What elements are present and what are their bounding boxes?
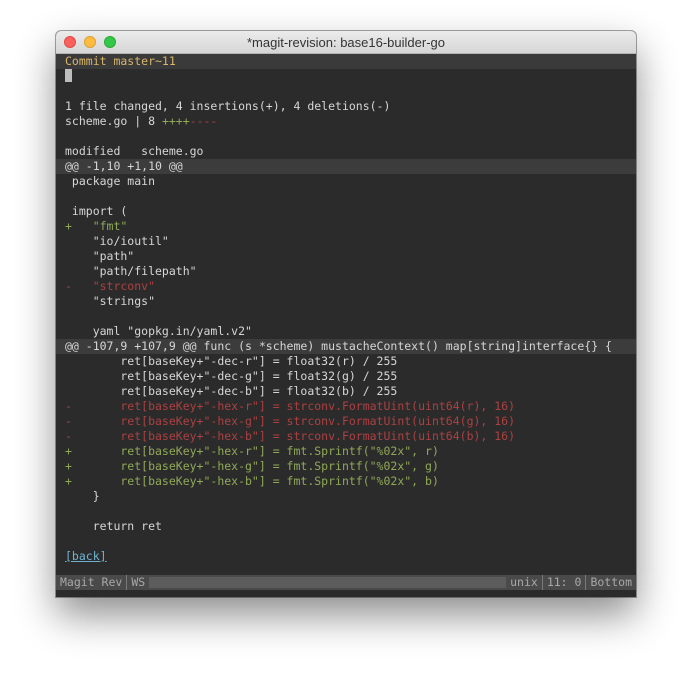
diff-context-line: ret[baseKey+"-dec-g"] = float32(g) / 255 [65,369,398,383]
emacs-window: *magit-revision: base16-builder-go Commi… [56,31,636,597]
diff-added-line: + ret[baseKey+"-hex-g"] = fmt.Sprintf("%… [65,459,439,473]
hunk-header[interactable]: @@ -107,9 +107,9 @@ func (s *scheme) mus… [56,339,636,354]
hunk-2-body: ret[baseKey+"-dec-r"] = float32(r) / 255… [56,354,636,534]
diff-context-line: "path/filepath" [65,264,197,278]
title-bar[interactable]: *magit-revision: base16-builder-go [56,31,636,54]
cursor-line [56,69,636,84]
diff-context-line: "io/ioutil" [65,234,169,248]
diff-context-line: import ( [65,204,128,218]
major-mode[interactable]: Magit Rev [56,575,126,590]
whitespace-indicator: WS [126,575,149,590]
diff-context-line: package main [65,174,156,188]
revision-buffer[interactable]: 1 file changed, 4 insertions(+), 4 delet… [56,69,636,574]
diffstat-file[interactable]: scheme.go | 8 ++++---- [56,114,636,129]
cursor-position: 11: 0 [541,575,586,590]
scroll-position: Bottom [585,575,636,590]
diff-context-line: ret[baseKey+"-dec-r"] = float32(r) / 255 [65,354,398,368]
diff-context-line: "path" [65,249,135,263]
diff-removed-line: - ret[baseKey+"-hex-r"] = strconv.Format… [65,399,516,413]
diffstat-deletions: ---- [189,114,218,128]
eol-indicator[interactable]: unix [506,575,542,590]
diffstat-insertions: ++++ [161,114,190,128]
diff-context-line: "strings" [65,294,156,308]
hunk-header[interactable]: @@ -1,10 +1,10 @@ [56,159,636,174]
window-title: *magit-revision: base16-builder-go [247,35,445,50]
echo-area [56,590,636,597]
back-line: [back] [56,549,636,564]
file-section-header[interactable]: modified scheme.go [56,144,636,159]
diff-context-line [56,504,636,519]
diffstat-summary: 1 file changed, 4 insertions(+), 4 delet… [65,99,391,113]
mode-line: Magit Rev WS unix 11: 0 Bottom [56,575,636,590]
header-line: Commit master~11 [56,54,636,69]
diff-context-line: } [65,489,100,503]
hunk-1-body: package main import (+ "fmt" "io/ioutil"… [56,174,636,339]
diff-context-line: ret[baseKey+"-dec-b"] = float32(b) / 255 [65,384,398,398]
diff-added-line: + "fmt" [65,219,128,233]
diff-added-line: + ret[baseKey+"-hex-r"] = fmt.Sprintf("%… [65,444,439,458]
diff-context-line [56,189,636,204]
diff-removed-line: - "strconv" [65,279,156,293]
diff-added-line: + ret[baseKey+"-hex-b"] = fmt.Sprintf("%… [65,474,439,488]
back-link[interactable]: [back] [65,549,107,563]
diffstat-file-name: scheme.go | 8 [65,114,162,128]
diff-context-line [56,309,636,324]
diff-context-line: return ret [65,519,162,533]
diff-removed-line: - ret[baseKey+"-hex-g"] = strconv.Format… [65,414,516,428]
diff-context-line: yaml "gopkg.in/yaml.v2" [65,324,252,338]
diff-removed-line: - ret[baseKey+"-hex-b"] = strconv.Format… [65,429,516,443]
cursor [65,69,72,82]
mode-line-filler [149,577,507,588]
